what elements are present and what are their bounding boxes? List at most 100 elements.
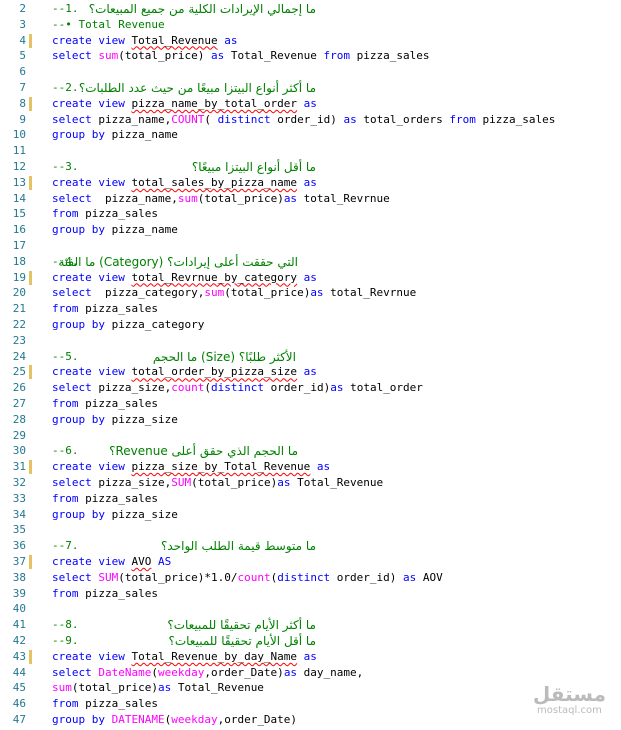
line-number: 3 <box>19 17 26 31</box>
code-token: pizza_size, <box>91 381 172 395</box>
function-name: weekday <box>157 665 205 679</box>
code-line[interactable]: 18 --4. التي حققت أعلى إيرادات؟ (Category… <box>0 254 621 270</box>
code-line[interactable]: 39 from pizza_sales <box>0 586 621 602</box>
identifier-error: Total_Revenue_by_day_Name <box>131 649 298 663</box>
arabic-comment: ما أقل أنواع البيتزا مبيعًا؟ <box>191 160 316 174</box>
code-token: pizza_sales <box>78 491 158 505</box>
code-line[interactable]: 45 sum(total_price)as Total_Revenue <box>0 680 621 696</box>
code-text: select pizza_size,SUM(total_price)as Tot… <box>52 475 383 491</box>
code-text: select DateName(weekday,order_Date)as da… <box>52 665 363 681</box>
function-name: DateName <box>98 665 152 679</box>
code-line[interactable]: 34 group by pizza_size <box>0 507 621 523</box>
code-text: --8. <box>52 617 118 633</box>
code-text: --3. <box>52 159 118 175</box>
code-line[interactable]: 4 create view Total_Revenue as <box>0 33 621 49</box>
code-line[interactable]: 44 select DateName(weekday,order_Date)as … <box>0 665 621 681</box>
code-text: --5. <box>52 349 118 365</box>
code-token: pizza_sales <box>78 302 158 316</box>
code-line[interactable]: 19 create view total_Revrnue_by_category … <box>0 270 621 286</box>
code-token: ( <box>151 665 158 679</box>
code-token: pizza_sales <box>350 49 430 63</box>
code-token: pizza_category, <box>91 286 205 300</box>
code-line[interactable]: 43 create view Total_Revenue_by_day_Name … <box>0 649 621 665</box>
code-text: from pizza_sales <box>52 206 158 222</box>
change-marker <box>29 96 32 111</box>
keyword: select <box>52 286 92 300</box>
code-line[interactable]: 6 <box>0 64 621 80</box>
code-line[interactable]: 25 create view total_order_by_pizza_size … <box>0 364 621 380</box>
line-number: 15 <box>12 207 26 221</box>
code-line[interactable]: 21 from pizza_sales <box>0 301 621 317</box>
line-number: 8 <box>19 96 26 110</box>
code-line[interactable]: 7 --2. ما أكثر أنواع البيتزا مبيعًا من حي… <box>0 80 621 96</box>
code-line[interactable]: 12 --3. ما أقل أنواع البيتزا مبيعًا؟ <box>0 159 621 175</box>
code-line[interactable]: 41 --8. ما أكثر الأيام تحقيقًا للمبيعات؟ <box>0 617 621 633</box>
code-line[interactable]: 14 select pizza_name,sum(total_price)as t… <box>0 191 621 207</box>
identifier-error: Total_Revenue <box>131 33 218 47</box>
keyword: create view <box>52 555 132 568</box>
keyword: as <box>310 460 331 474</box>
code-line[interactable]: 24 --5. الأكثر طلبًا؟ (Size) ما الحجم <box>0 349 621 365</box>
line-number: 13 <box>12 175 26 189</box>
code-line[interactable]: 33 from pizza_sales <box>0 491 621 507</box>
code-text: from pizza_sales <box>52 301 158 317</box>
code-line[interactable]: 13 create view total_sales_by_pizza_name … <box>0 175 621 191</box>
keyword: from <box>52 491 79 505</box>
line-number: 47 <box>12 713 26 726</box>
arabic-comment: ما أكثر الأيام تحقيقًا للمبيعات؟ <box>167 618 316 633</box>
code-line[interactable]: 32 select pizza_size,SUM(total_price)as T… <box>0 475 621 491</box>
keyword: select <box>52 191 92 205</box>
line-number: 20 <box>12 286 26 300</box>
code-line[interactable]: 15 from pizza_sales <box>0 206 621 222</box>
code-token: (total_price) <box>118 49 211 63</box>
code-line[interactable]: 40 <box>0 601 621 617</box>
code-line[interactable]: 37 create view AVO AS <box>0 554 621 570</box>
code-line[interactable]: 17 <box>0 238 621 254</box>
keyword: as <box>343 112 357 126</box>
line-number: 46 <box>12 697 26 711</box>
sql-editor[interactable]: 2 --1. ما إجمالي الإيرادات الكلية من جميع… <box>0 0 621 730</box>
code-line[interactable]: 22 group by pizza_category <box>0 317 621 333</box>
keyword: as <box>297 96 317 110</box>
code-line[interactable]: 47 group by DATENAME(weekday,order_Date) <box>0 712 621 728</box>
code-line[interactable]: 9 select pizza_name,COUNT( distinct order… <box>0 112 621 128</box>
code-line[interactable]: 3 --• Total Revenue <box>0 17 621 33</box>
code-line[interactable]: 8 create view pizza_name_by_total_order a… <box>0 96 621 112</box>
keyword: as <box>297 175 317 189</box>
code-line[interactable]: 35 <box>0 522 621 538</box>
keyword: select <box>52 570 99 584</box>
code-line[interactable]: 31 create view pizza_size_by_Total_Revenu… <box>0 459 621 475</box>
code-line[interactable]: 11 <box>0 143 621 159</box>
code-token: ,order_Date) <box>217 713 298 726</box>
code-token: Total_Revenue <box>290 476 384 489</box>
code-line[interactable]: 20 select pizza_category,sum(total_price)… <box>0 285 621 301</box>
line-number: 37 <box>12 555 26 568</box>
code-text: create view pizza_name_by_total_order as <box>52 96 317 112</box>
keyword: from <box>52 586 79 600</box>
keyword: as <box>217 33 238 47</box>
code-line[interactable]: 28 group by pizza_size <box>0 412 621 428</box>
code-line[interactable]: 27 from pizza_sales <box>0 396 621 412</box>
line-number: 28 <box>12 412 26 426</box>
code-line[interactable]: 29 <box>0 428 621 444</box>
code-line[interactable]: 42 --9. ما أقل الأيام تحقيقًا للمبيعات؟ <box>0 633 621 649</box>
line-number: 39 <box>12 586 26 600</box>
code-line[interactable]: 26 select pizza_size,count(distinct order… <box>0 380 621 396</box>
code-line[interactable]: 46 from pizza_sales <box>0 696 621 712</box>
code-line[interactable]: 30 --6. ما الحجم الذي حقق أعلى Revenue؟ <box>0 443 621 459</box>
code-line[interactable]: 10 group by pizza_name <box>0 127 621 143</box>
function-name: count <box>237 570 271 584</box>
change-marker <box>29 175 32 190</box>
change-marker <box>29 33 32 48</box>
code-line[interactable]: 36 --7. ما متوسط قيمة الطلب الواحد؟ <box>0 538 621 554</box>
code-line[interactable]: 2 --1. ما إجمالي الإيرادات الكلية من جميع… <box>0 1 621 17</box>
code-line[interactable]: 5 select sum(total_price) as Total_Revenu… <box>0 48 621 64</box>
function-name: SUM <box>98 570 119 584</box>
code-line[interactable]: 23 <box>0 333 621 349</box>
code-token: total_order <box>343 381 423 395</box>
code-text: create view pizza_size_by_Total_Revenue … <box>52 459 330 475</box>
code-token: (total_price)*1.0/ <box>118 570 238 584</box>
code-line[interactable]: 38 select SUM(total_price)*1.0/count(dist… <box>0 570 621 586</box>
code-line[interactable]: 16 group by pizza_name <box>0 222 621 238</box>
code-token: pizza_name <box>104 128 178 142</box>
